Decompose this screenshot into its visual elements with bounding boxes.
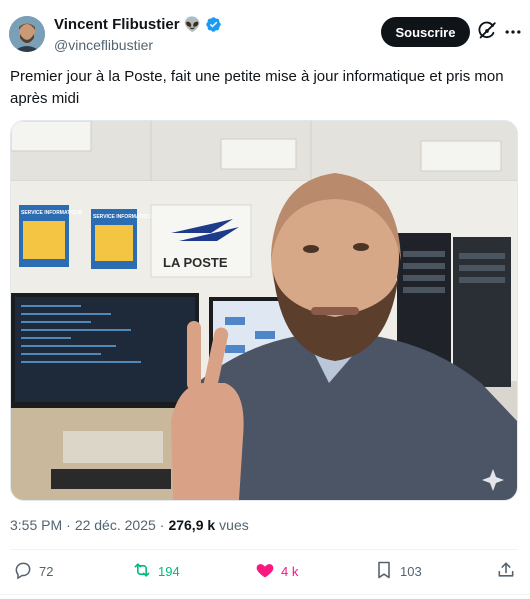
author-handle[interactable]: @vinceflibustier [54,37,153,53]
divider [10,549,518,550]
more-icon[interactable] [503,22,523,42]
tweet-meta: 3:55 PM · 22 déc. 2025 · 276,9 k vues [10,517,249,533]
poster-1-text: SERVICE INFORMATIQUE [21,210,83,216]
bookmark-count: 103 [400,563,422,579]
action-bar: 72 194 4 k 103 [0,555,530,589]
grok-icon[interactable] [476,20,498,42]
alien-emoji: 👽 [183,16,202,32]
verified-badge-icon [205,16,222,33]
bookmark-button[interactable]: 103 [374,558,422,584]
like-count: 4 k [281,563,299,579]
reply-icon [13,560,33,583]
la-poste-sign: LA POSTE [163,255,228,270]
tweet-time[interactable]: 3:55 PM [10,517,62,533]
meta-separator-2: · [159,517,165,533]
subscribe-button[interactable]: Souscrire [381,17,470,47]
reply-count: 72 [39,563,54,579]
poster-2-text: SERVICE INFORMATIQUE [93,214,155,220]
views-label: vues [219,517,249,533]
tweet-date[interactable]: 22 déc. 2025 [75,517,156,533]
repost-count: 194 [158,563,180,579]
tweet-text: Premier jour à la Poste, fait une petite… [10,68,504,107]
like-button[interactable]: 4 k [255,558,298,584]
repost-button[interactable]: 194 [132,558,180,584]
author-name-row: Vincent Flibustier 👽 [54,16,222,33]
repost-icon [132,560,152,583]
tweet-header: Vincent Flibustier 👽 @vinceflibustier So… [0,0,530,62]
views-count[interactable]: 276,9 k [168,517,215,533]
tweet-photo[interactable]: SERVICE INFORMATIQUE SERVICE INFORMATIQU… [10,120,518,501]
share-button[interactable] [496,558,516,584]
like-icon [255,560,275,583]
share-icon [496,560,516,583]
meta-separator: · [66,517,71,533]
bookmark-icon [374,560,394,583]
bottom-divider [0,594,530,595]
author-name[interactable]: Vincent Flibustier [54,16,180,33]
avatar[interactable] [9,16,45,52]
reply-button[interactable]: 72 [13,558,53,584]
